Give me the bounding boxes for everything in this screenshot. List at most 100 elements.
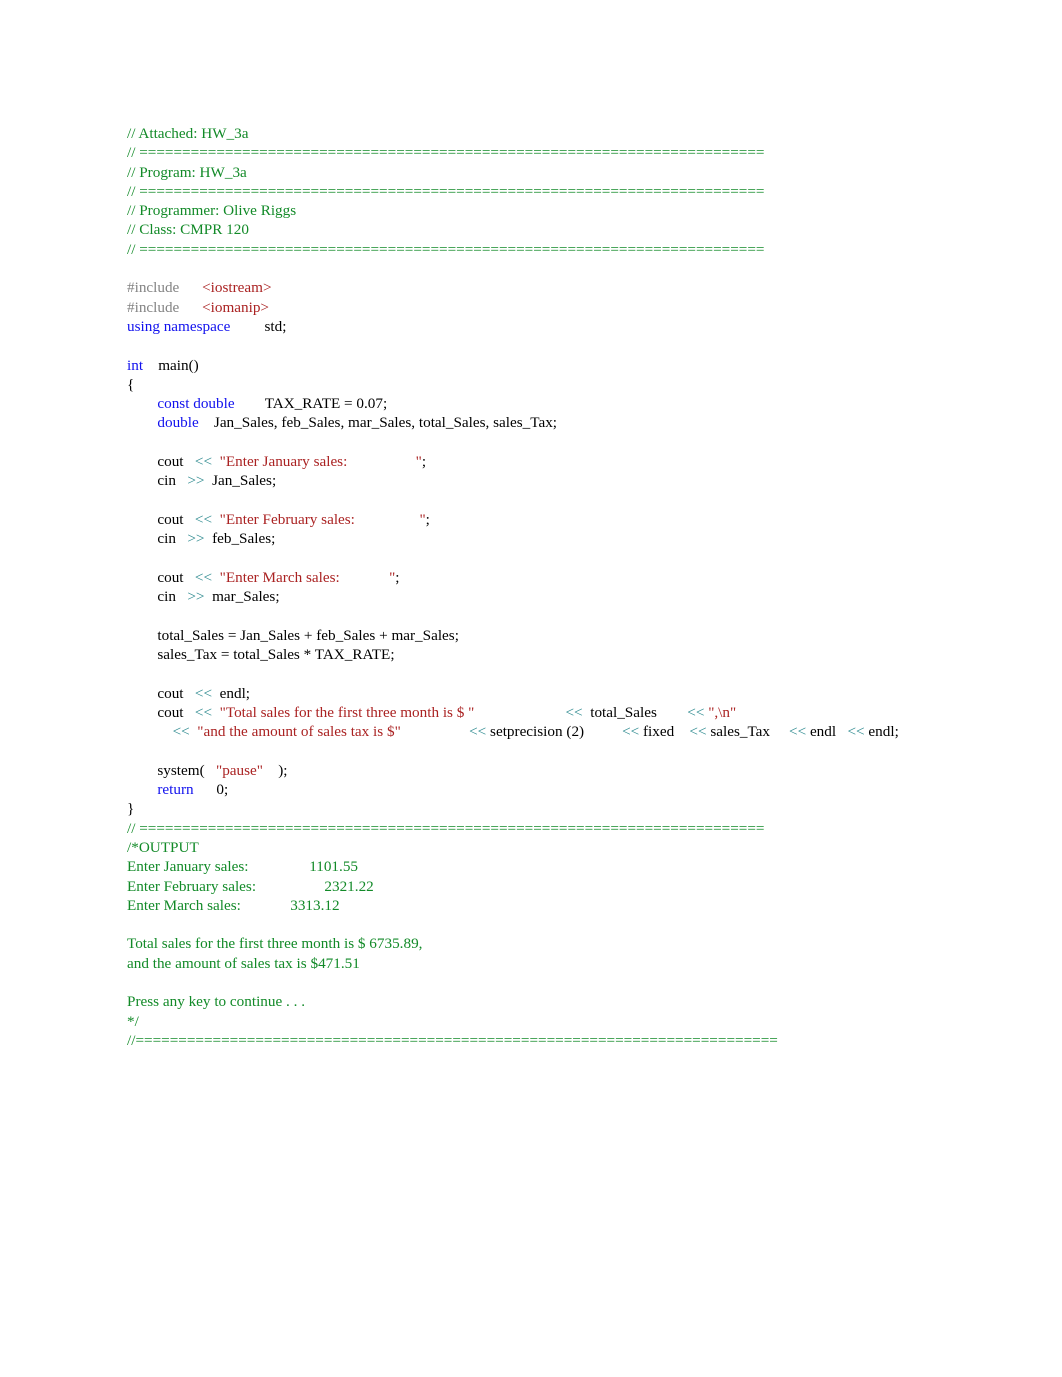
line-cout-tax-message: << "and the amount of sales tax is $" <<… — [127, 722, 1027, 741]
return-value: 0; — [216, 781, 229, 799]
output-line-january: Enter January sales: 1101.55 — [127, 857, 1027, 876]
line-open-brace: { — [127, 375, 1027, 394]
comment-attached: // Attached: HW_3a — [127, 124, 1027, 143]
code-listing: // Attached: HW_3a // ==================… — [127, 124, 1027, 1050]
separator-1: // =====================================… — [127, 143, 1027, 162]
tax-rate-value: TAX_RATE = 0.07; — [264, 395, 388, 413]
stream-cin: cin — [157, 530, 176, 548]
stream-cout: cout — [157, 568, 184, 586]
stream-cin: cin — [157, 588, 176, 606]
operator-insert: << — [172, 723, 190, 741]
line-main-signature: int main() — [127, 356, 1027, 375]
line-include-iomanip: #include <iomanip> — [127, 298, 1027, 317]
keyword-int: int — [127, 356, 144, 374]
output-line-press-any-key-text: Press any key to continue . . . — [127, 993, 306, 1011]
brace-close: } — [127, 800, 135, 818]
keyword-return: return — [157, 781, 194, 799]
operator-insert: << — [689, 723, 707, 741]
output-line-march-text: Enter March sales: 3313.12 — [127, 896, 340, 914]
variable-mar-sales: mar_Sales; — [212, 588, 280, 606]
preprocessor-keyword: #include — [127, 298, 180, 316]
manipulator-endl: endl — [809, 723, 837, 741]
semicolon: ; — [395, 568, 400, 586]
manipulator-endl-last: endl; — [868, 723, 899, 741]
comment-programmer: // Programmer: Olive Riggs — [127, 201, 1027, 220]
string-prompt-february: "Enter February sales: " — [219, 510, 426, 528]
namespace-std: std; — [264, 317, 287, 335]
output-line-february: Enter February sales: 2321.22 — [127, 877, 1027, 896]
separator-1-text: // =====================================… — [127, 144, 765, 162]
semicolon: ; — [425, 510, 430, 528]
manipulator-endl: endl; — [219, 684, 251, 702]
variable-list: Jan_Sales, feb_Sales, mar_Sales, total_S… — [213, 414, 558, 432]
separator-3: // =====================================… — [127, 240, 1027, 259]
semicolon: ; — [421, 453, 427, 471]
preprocessor-keyword: #include — [127, 279, 180, 297]
line-tax-rate-decl: const double TAX_RATE = 0.07; — [127, 394, 1027, 413]
operator-extract: >> — [187, 588, 205, 606]
string-tax-message: "and the amount of sales tax is $" — [197, 723, 401, 741]
brace-open: { — [127, 375, 135, 393]
line-include-iostream: #include <iostream> — [127, 278, 1027, 297]
function-system-open: system( — [157, 761, 205, 779]
line-system-pause: system( "pause" ); — [127, 761, 1027, 780]
output-block-close-text: */ — [127, 1012, 139, 1030]
operator-extract: >> — [187, 472, 205, 490]
output-line-february-text: Enter February sales: 2321.22 — [127, 877, 374, 895]
operator-insert: << — [622, 723, 640, 741]
header-iomanip: <iomanip> — [202, 298, 269, 316]
function-main: main() — [158, 356, 199, 374]
line-cout-january: cout << "Enter January sales: "; — [127, 452, 1027, 471]
operator-extract: >> — [187, 530, 205, 548]
line-calc-tax: sales_Tax = total_Sales * TAX_RATE; — [127, 645, 1027, 664]
output-line-march: Enter March sales: 3313.12 — [127, 896, 1027, 915]
operator-insert: << — [687, 703, 705, 721]
string-prompt-january: "Enter January sales: " — [219, 453, 422, 471]
comment-program: // Program: HW_3a — [127, 163, 1027, 182]
string-pause: "pause" — [216, 761, 263, 779]
operator-insert: << — [194, 568, 213, 586]
operator-insert: << — [469, 723, 487, 741]
separator-2: // =====================================… — [127, 182, 1027, 201]
output-line-total: Total sales for the first three month is… — [127, 934, 1027, 953]
line-cin-march: cin >> mar_Sales; — [127, 587, 1027, 606]
comment-attached-text: // Attached: HW_3a — [127, 125, 249, 142]
stream-cout: cout — [157, 703, 184, 721]
line-close-brace: } — [127, 799, 1027, 818]
stream-cout: cout — [157, 453, 184, 471]
separator-3-text: // =====================================… — [127, 240, 765, 258]
variable-jan-sales: Jan_Sales; — [212, 472, 277, 490]
separator-4-text: // =====================================… — [127, 819, 765, 837]
